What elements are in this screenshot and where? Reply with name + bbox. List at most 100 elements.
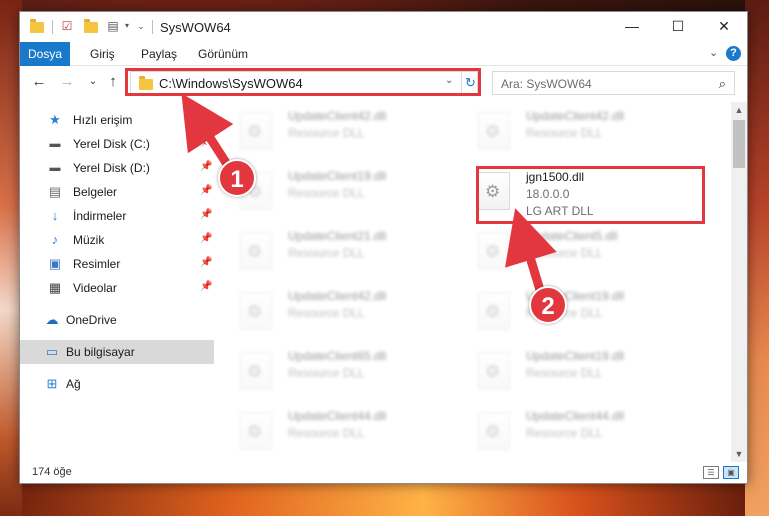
file-type: Resource DLL: [288, 246, 365, 260]
sidebar-item-pictures[interactable]: ▣ Resimler 📌: [20, 252, 214, 276]
download-icon: ↓: [51, 208, 59, 223]
customize-qa-chevron-icon[interactable]: ▾: [120, 19, 134, 33]
sidebar-item-network[interactable]: ⊞ Ağ: [20, 372, 214, 396]
details-view-icon[interactable]: ☰: [703, 466, 719, 479]
documents-icon: ▤: [48, 184, 62, 199]
sidebar-item-disk-c[interactable]: ▬ Yerel Disk (C:) 📌: [20, 132, 214, 156]
navigation-pane: ★ Hızlı erişim ▬ Yerel Disk (C:) 📌 ▬ Yer…: [20, 102, 214, 462]
computer-icon: ▭: [45, 344, 59, 359]
file-item[interactable]: UpdateClient21.dll Resource DLL: [220, 222, 446, 280]
status-bar: 174 öğe ☰ ▣: [20, 463, 747, 483]
address-bar-highlight: [125, 68, 481, 96]
dll-file-icon: [240, 292, 272, 330]
pin-icon[interactable]: 📌: [200, 209, 212, 220]
videos-icon: ▦: [48, 280, 62, 295]
pin-icon[interactable]: 📌: [200, 137, 212, 148]
file-item[interactable]: UpdateClient65.dll Resource DLL: [220, 342, 446, 400]
file-item[interactable]: UpdateClient42.dll Resource DLL: [220, 102, 446, 160]
file-type: Resource DLL: [288, 366, 365, 380]
dll-file-icon: [240, 112, 272, 150]
dll-file-icon: [478, 112, 510, 150]
title-bar: ☑ ▤ ▾ ⌄ SysWOW64 — ☐ ✕: [20, 12, 747, 42]
file-item[interactable]: UpdateClient19.dll Resource DLL: [458, 342, 684, 400]
search-placeholder[interactable]: Ara: SysWOW64: [501, 77, 592, 91]
sidebar-item-label: Yerel Disk (C:): [73, 137, 150, 151]
dll-file-icon: [240, 352, 272, 390]
scroll-down-icon[interactable]: ▼: [731, 446, 747, 462]
file-type: Resource DLL: [288, 426, 365, 440]
file-type: Resource DLL: [526, 126, 603, 140]
title-separator: [52, 20, 53, 34]
sidebar-item-disk-d[interactable]: ▬ Yerel Disk (D:) 📌: [20, 156, 214, 180]
wallpaper-right: [745, 0, 769, 516]
sidebar-item-documents[interactable]: ▤ Belgeler 📌: [20, 180, 214, 204]
quick-access-dropdown-icon[interactable]: ⌄: [134, 19, 148, 33]
new-folder-icon[interactable]: [84, 19, 98, 33]
dll-file-icon: [240, 412, 272, 450]
file-name: UpdateClient19.dll: [288, 169, 387, 183]
sidebar-item-onedrive[interactable]: ☁ OneDrive: [20, 308, 214, 332]
dll-file-icon: [478, 232, 510, 270]
sidebar-item-downloads[interactable]: ↓ İndirmeler 📌: [20, 204, 214, 228]
sidebar-item-quick-access[interactable]: ★ Hızlı erişim: [20, 108, 214, 132]
maximize-button[interactable]: ☐: [655, 12, 701, 42]
scroll-thumb[interactable]: [733, 120, 745, 168]
tab-dosya[interactable]: Dosya: [20, 42, 70, 66]
pin-icon[interactable]: 📌: [200, 257, 212, 268]
tab-giris[interactable]: Giriş: [90, 42, 115, 66]
file-highlight: [476, 166, 705, 224]
item-count: 174 öğe: [32, 466, 72, 478]
tab-paylas[interactable]: Paylaş: [141, 42, 177, 66]
pin-icon[interactable]: 📌: [200, 281, 212, 292]
pin-icon[interactable]: 📌: [200, 233, 212, 244]
file-item[interactable]: UpdateClient5.dll Resource DLL: [458, 222, 684, 280]
file-name: UpdateClient44.dll: [526, 409, 625, 423]
file-item[interactable]: UpdateClient42.dll Resource DLL: [458, 102, 684, 160]
back-button[interactable]: ←: [30, 73, 48, 91]
sidebar-item-music[interactable]: ♪ Müzik 📌: [20, 228, 214, 252]
search-icon[interactable]: ⌕: [719, 76, 726, 92]
file-name: UpdateClient19.dll: [526, 349, 625, 363]
recent-locations-button[interactable]: ⌄: [84, 73, 102, 91]
file-name: UpdateClient42.dll: [288, 109, 387, 123]
sidebar-item-label: Yerel Disk (D:): [73, 161, 150, 175]
file-type: Resource DLL: [288, 126, 365, 140]
file-name: UpdateClient42.dll: [526, 109, 625, 123]
help-icon[interactable]: ?: [726, 46, 741, 61]
file-item[interactable]: UpdateClient44.dll Resource DLL: [220, 402, 446, 460]
rename-icon[interactable]: ▤: [106, 19, 120, 33]
file-name: UpdateClient5.dll: [526, 229, 618, 243]
forward-button[interactable]: →: [58, 73, 76, 91]
file-type: Resource DLL: [288, 186, 365, 200]
sidebar-item-this-pc[interactable]: ▭ Bu bilgisayar: [20, 340, 214, 364]
sidebar-item-videos[interactable]: ▦ Videolar 📌: [20, 276, 214, 300]
vertical-scrollbar[interactable]: ▲ ▼: [731, 102, 747, 462]
file-item[interactable]: UpdateClient19.dll Resource DLL: [458, 282, 684, 340]
large-icons-view-icon[interactable]: ▣: [723, 466, 739, 479]
cloud-icon: ☁: [45, 312, 59, 327]
close-button[interactable]: ✕: [701, 12, 747, 42]
pictures-icon: ▣: [48, 256, 62, 271]
dll-file-icon: [478, 412, 510, 450]
up-button[interactable]: ↑: [104, 73, 122, 91]
music-icon: ♪: [51, 232, 59, 247]
file-type: Resource DLL: [526, 366, 603, 380]
sidebar-item-label: Hızlı erişim: [73, 113, 133, 127]
sidebar-item-label: Belgeler: [73, 185, 118, 199]
file-item[interactable]: UpdateClient42.dll Resource DLL: [220, 282, 446, 340]
properties-icon[interactable]: ☑: [60, 19, 74, 33]
sidebar-item-label: Ağ: [66, 377, 81, 391]
pin-icon[interactable]: 📌: [200, 185, 212, 196]
window-folder-icon: [30, 19, 44, 33]
dll-file-icon: [240, 232, 272, 270]
tab-gorunum[interactable]: Görünüm: [198, 42, 248, 66]
sidebar-item-label: Resimler: [73, 257, 121, 271]
pin-icon[interactable]: 📌: [200, 161, 212, 172]
ribbon-collapse-icon[interactable]: ⌄: [709, 46, 718, 59]
title-separator-2: [152, 20, 153, 34]
file-item[interactable]: UpdateClient44.dll Resource DLL: [458, 402, 684, 460]
dll-file-icon: [478, 292, 510, 330]
scroll-up-icon[interactable]: ▲: [731, 102, 747, 118]
minimize-button[interactable]: —: [609, 12, 655, 42]
search-box[interactable]: Ara: SysWOW64 ⌕: [492, 71, 735, 95]
